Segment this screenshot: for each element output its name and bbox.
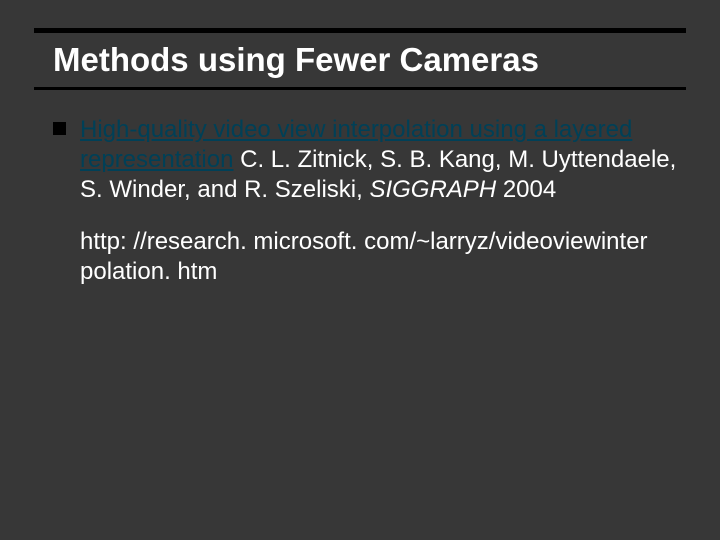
paper-venue: SIGGRAPH xyxy=(369,176,496,203)
bullet-text: High-quality video view interpolation us… xyxy=(80,115,680,205)
divider-bottom xyxy=(34,87,686,90)
slide-title: Methods using Fewer Cameras xyxy=(53,42,686,78)
paper-url: http: //research. microsoft. com/~larryz… xyxy=(80,227,680,287)
slide: Methods using Fewer Cameras High-quality… xyxy=(0,0,720,540)
bullet-square-icon xyxy=(53,122,66,135)
slide-content: High-quality video view interpolation us… xyxy=(53,115,680,287)
bullet-item: High-quality video view interpolation us… xyxy=(53,115,680,205)
divider-top xyxy=(34,28,686,33)
paper-year: 2004 xyxy=(496,176,556,203)
